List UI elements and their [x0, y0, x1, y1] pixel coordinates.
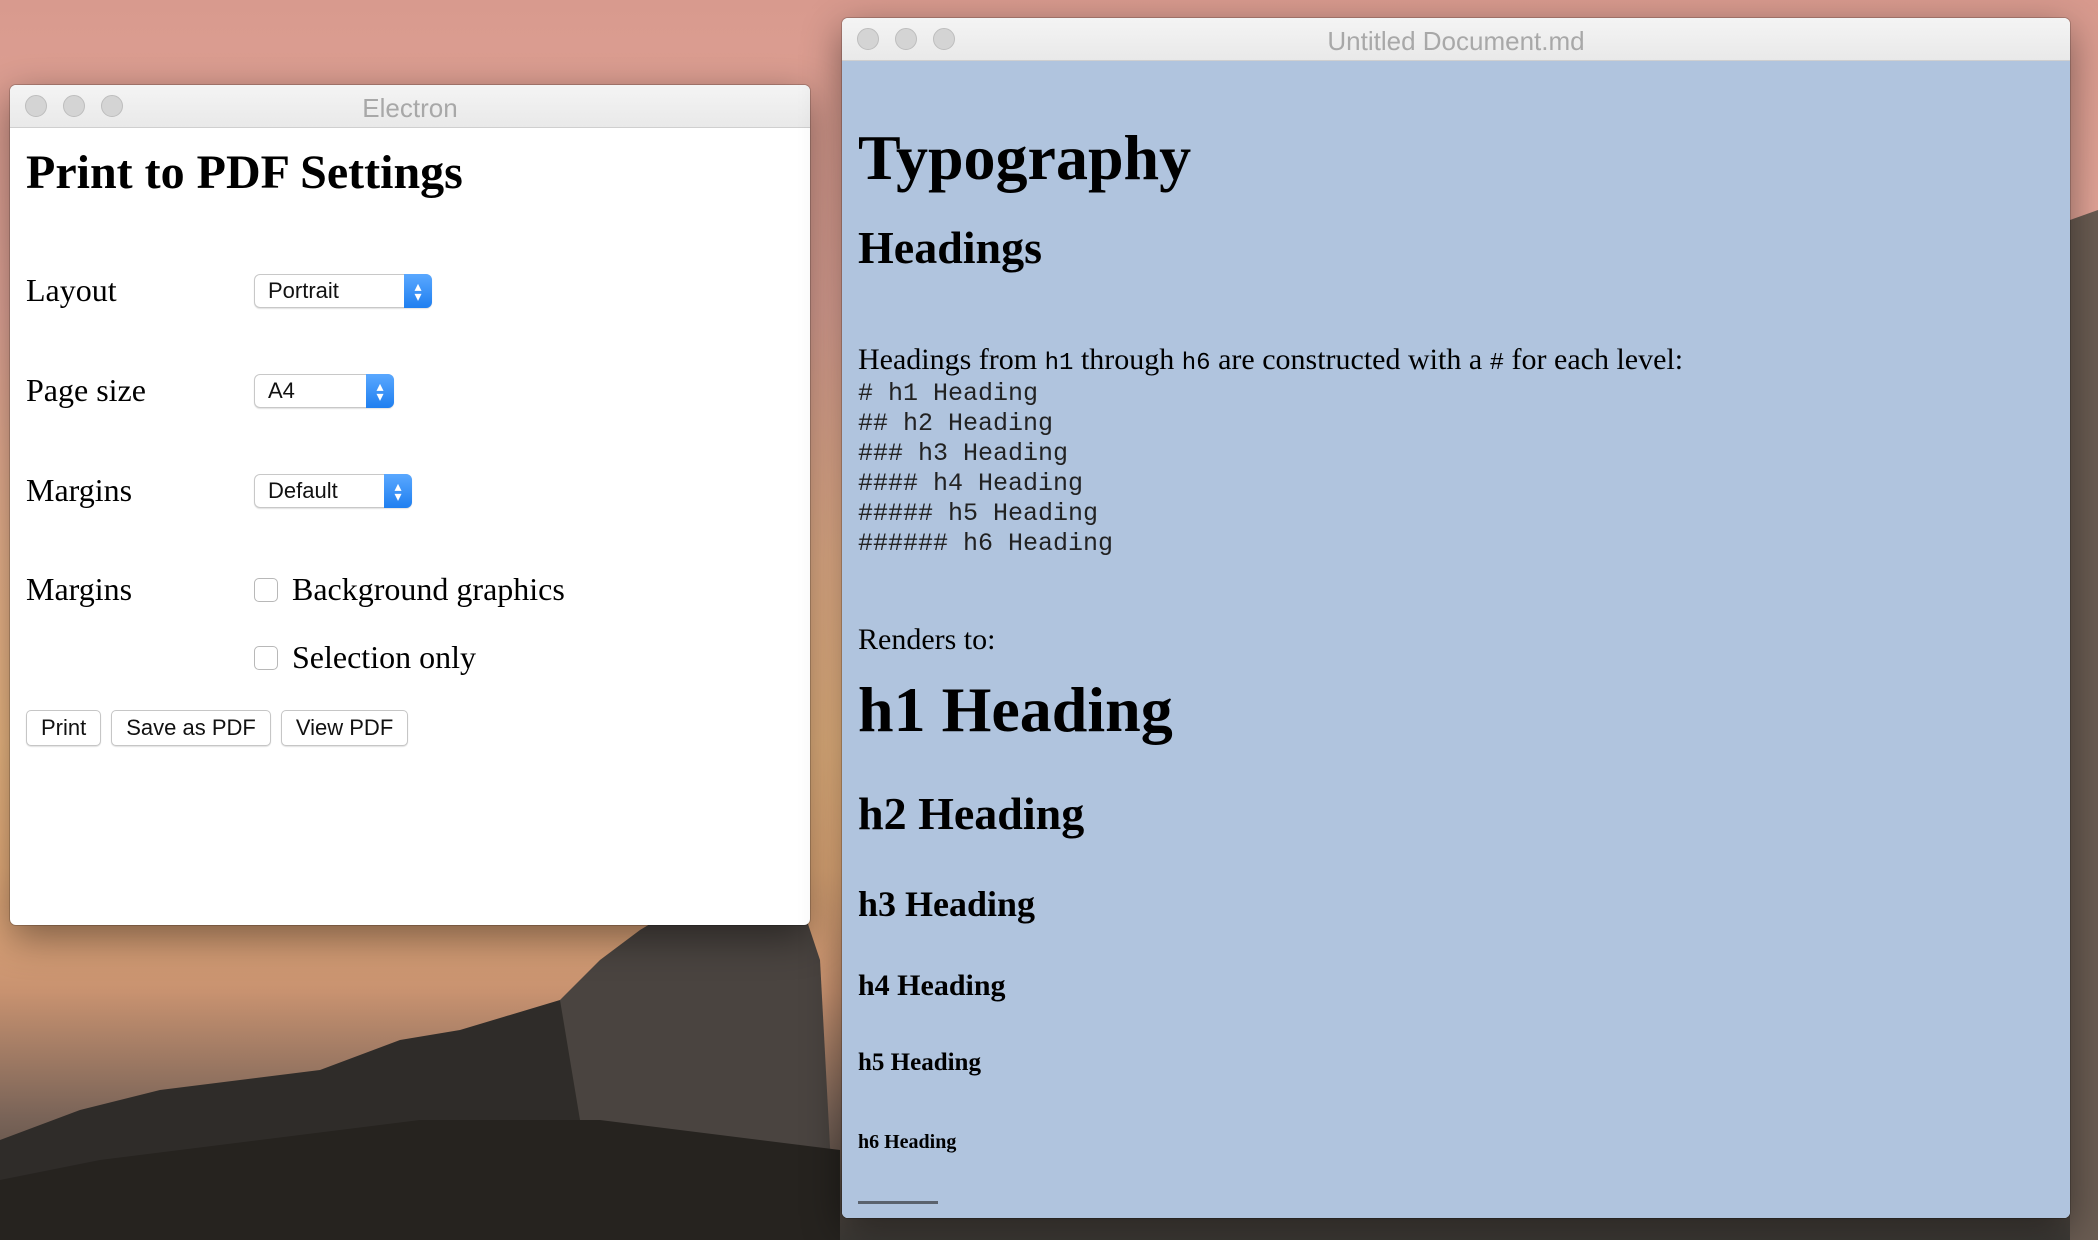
- page-size-select[interactable]: A4 ▴ ▾: [254, 373, 394, 408]
- action-buttons: Print Save as PDF View PDF: [26, 710, 409, 746]
- demo-h5: h5 Heading: [858, 1049, 981, 1076]
- margins-value: Default: [268, 477, 338, 503]
- chevron-updown-icon: ▴ ▾: [384, 473, 412, 508]
- layout-select[interactable]: Portrait ▴ ▾: [254, 273, 432, 308]
- truncated-content: [858, 1201, 938, 1218]
- inline-code: h6: [1181, 350, 1211, 377]
- background-graphics-checkbox[interactable]: [254, 577, 278, 602]
- demo-h6: h6 Heading: [858, 1131, 957, 1153]
- layout-label: Layout: [26, 272, 117, 308]
- layout-row: Layout Portrait ▴ ▾: [26, 272, 432, 309]
- margins-row: Margins Default ▴ ▾: [26, 472, 412, 509]
- print-button[interactable]: Print: [26, 710, 102, 746]
- demo-h3: h3 Heading: [858, 884, 1036, 924]
- layout-value: Portrait: [268, 277, 339, 303]
- view-pdf-button[interactable]: View PDF: [280, 710, 409, 746]
- title-bar[interactable]: Untitled Document.md: [842, 18, 2070, 61]
- page-title: Print to PDF Settings: [26, 146, 463, 199]
- window-title: Untitled Document.md: [1327, 26, 1585, 56]
- doc-paragraph: Headings from h1 through h6 are construc…: [858, 343, 1684, 377]
- doc-section-heading: Headings: [858, 222, 1043, 273]
- options-row: Margins Background graphics: [26, 571, 565, 608]
- demo-h2: h2 Heading: [858, 788, 1085, 839]
- save-as-pdf-button[interactable]: Save as PDF: [111, 710, 271, 746]
- chevron-updown-icon: ▴ ▾: [404, 273, 432, 308]
- inline-code: h1: [1044, 350, 1074, 377]
- demo-h4: h4 Heading: [858, 969, 1006, 1002]
- title-bar[interactable]: Electron: [10, 85, 810, 128]
- code-block: # h1 Heading ## h2 Heading ### h3 Headin…: [858, 379, 1113, 559]
- background-graphics-label: Background graphics: [292, 571, 565, 607]
- code-line: #### h4 Heading: [858, 469, 1084, 498]
- code-line: ###### h6 Heading: [858, 529, 1114, 558]
- document-content[interactable]: Typography Headings Headings from h1 thr…: [842, 61, 2070, 1218]
- doc-title: Typography: [858, 122, 1192, 193]
- code-line: ## h2 Heading: [858, 409, 1054, 438]
- page-size-value: A4: [268, 377, 295, 403]
- demo-h1: h1 Heading: [858, 674, 1173, 745]
- selection-only-label: Selection only: [292, 639, 476, 675]
- page-size-row: Page size A4 ▴ ▾: [26, 372, 394, 409]
- selection-only-checkbox[interactable]: [254, 645, 278, 670]
- code-line: ##### h5 Heading: [858, 499, 1099, 528]
- print-settings-window: Electron Print to PDF Settings Layout Po…: [10, 85, 810, 925]
- window-title: Electron: [362, 93, 458, 123]
- margins-label: Margins: [26, 472, 133, 508]
- background-graphics-option[interactable]: Background graphics: [254, 571, 565, 608]
- margins-select[interactable]: Default ▴ ▾: [254, 473, 412, 508]
- markdown-preview-window: Untitled Document.md Typography Headings…: [842, 18, 2070, 1218]
- renders-to-text: Renders to:: [858, 623, 996, 656]
- selection-only-option[interactable]: Selection only: [254, 639, 476, 676]
- selection-only-row: Selection only: [254, 639, 476, 676]
- code-line: ### h3 Heading: [858, 439, 1069, 468]
- inline-code: #: [1489, 350, 1505, 377]
- page-size-label: Page size: [26, 372, 146, 408]
- code-line: # h1 Heading: [858, 379, 1039, 408]
- options-label: Margins: [26, 571, 133, 607]
- chevron-updown-icon: ▴ ▾: [366, 373, 394, 408]
